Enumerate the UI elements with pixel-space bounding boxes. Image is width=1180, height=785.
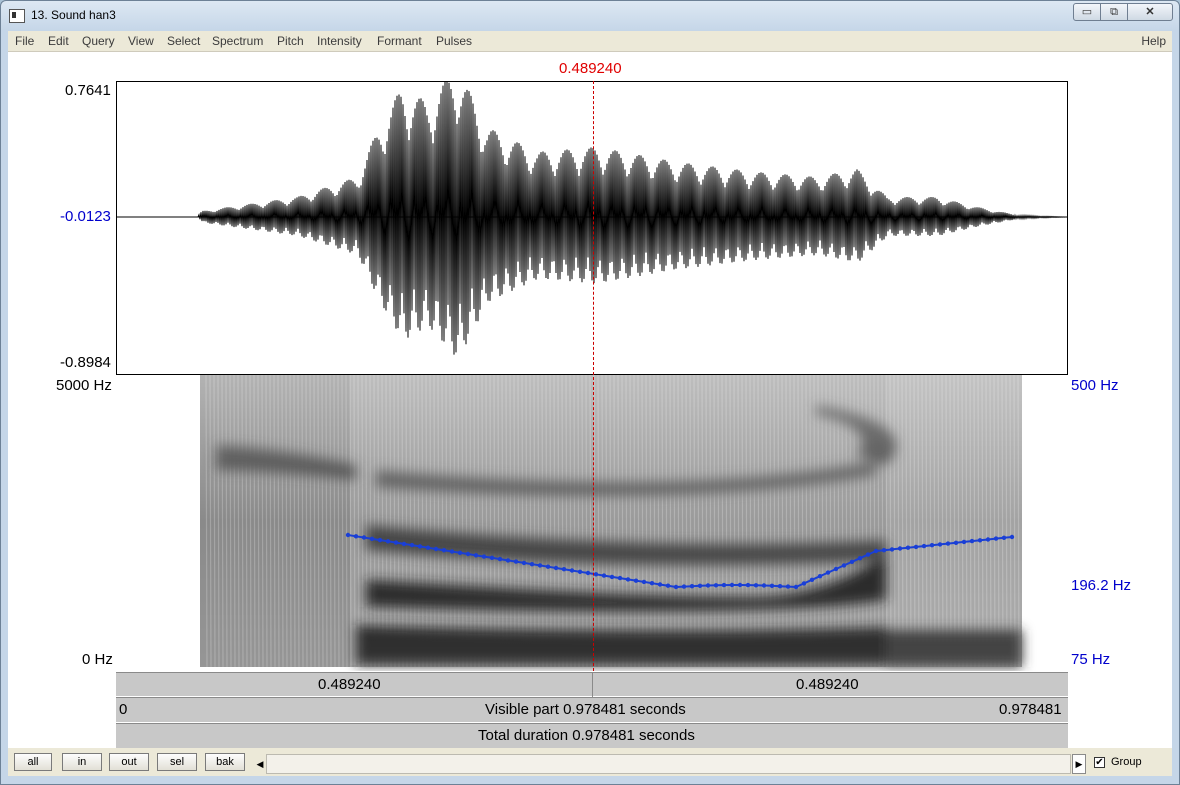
waveform-trace (117, 82, 1067, 355)
client-area: File Edit Query View Select Spectrum Pit… (8, 31, 1172, 776)
spectrogram-panel[interactable] (116, 375, 1068, 671)
menu-select[interactable]: Select (167, 34, 200, 48)
menu-pulses[interactable]: Pulses (436, 34, 472, 48)
cursor-time-label: 0.489240 (559, 60, 622, 77)
waveform-zero-label: -0.0123 (60, 208, 111, 225)
spectrogram-top-label: 5000 Hz (56, 377, 112, 394)
menu-intensity[interactable]: Intensity (317, 34, 362, 48)
cursor-divider (592, 673, 593, 697)
time-cursor[interactable] (593, 81, 594, 671)
group-label: Group (1111, 756, 1142, 768)
praat-sound-editor-window: 13. Sound han3 ▭ ⧉ ✕ File Edit Query Vie… (0, 0, 1180, 785)
close-button[interactable]: ✕ (1127, 3, 1173, 21)
time-scrollbar[interactable] (266, 754, 1071, 774)
pitch-cursor-label: 196.2 Hz (1071, 577, 1132, 594)
menu-bar: File Edit Query View Select Spectrum Pit… (8, 31, 1172, 52)
menu-view[interactable]: View (128, 34, 154, 48)
menu-formant[interactable]: Formant (377, 34, 422, 48)
zoom-sel-button[interactable]: sel (157, 753, 197, 771)
cursor-left-time: 0.489240 (318, 676, 381, 693)
spectrogram-bottom-label: 0 Hz (82, 651, 113, 668)
total-duration-bar[interactable]: Total duration 0.978481 seconds (116, 723, 1068, 748)
menu-query[interactable]: Query (82, 34, 115, 48)
spectrogram-plot (200, 375, 1022, 668)
menu-spectrum[interactable]: Spectrum (212, 34, 263, 48)
window-title: 13. Sound han3 (31, 8, 116, 22)
maximize-button[interactable]: ⧉ (1100, 3, 1128, 21)
bottom-toolbar: all in out sel bak ◀ ▶ ✔ Group (8, 748, 1172, 776)
menu-help[interactable]: Help (1141, 34, 1166, 48)
menu-pitch[interactable]: Pitch (277, 34, 304, 48)
waveform-max-label: 0.7641 (65, 82, 111, 99)
waveform-panel[interactable] (116, 81, 1068, 375)
zoom-out-button[interactable]: out (109, 753, 149, 771)
cursor-right-time: 0.489240 (796, 676, 859, 693)
waveform-min-label: -0.8984 (60, 354, 111, 371)
menu-edit[interactable]: Edit (48, 34, 69, 48)
visible-start-label: 0 (119, 701, 128, 718)
scroll-left-icon[interactable]: ◀ (254, 754, 266, 774)
pitch-bottom-label: 75 Hz (1071, 651, 1111, 668)
zoom-back-button[interactable]: bak (205, 753, 245, 771)
praat-app-icon (9, 9, 25, 23)
group-checkbox[interactable]: ✔ (1094, 757, 1105, 768)
title-bar[interactable]: 13. Sound han3 ▭ ⧉ ✕ (1, 1, 1179, 31)
editor-canvas[interactable]: 0.489240 0.7641 -0.0123 -0.8984 5000 Hz … (8, 52, 1172, 748)
pitch-top-label: 500 Hz (1071, 377, 1119, 394)
menu-file[interactable]: File (15, 34, 34, 48)
waveform-plot (117, 82, 1067, 355)
zoom-all-button[interactable]: all (14, 753, 52, 771)
visible-part-bar[interactable]: 0 Visible part 0.978481 seconds 0.978481 (116, 697, 1068, 722)
visible-end-label: 0.978481 (999, 701, 1062, 718)
selection-bar[interactable]: 0.489240 0.489240 (116, 672, 1068, 697)
visible-part-label: Visible part 0.978481 seconds (485, 701, 686, 718)
minimize-button[interactable]: ▭ (1073, 3, 1101, 21)
zoom-in-button[interactable]: in (62, 753, 102, 771)
scroll-right-icon[interactable]: ▶ (1072, 754, 1086, 774)
total-duration-label: Total duration 0.978481 seconds (478, 727, 695, 744)
